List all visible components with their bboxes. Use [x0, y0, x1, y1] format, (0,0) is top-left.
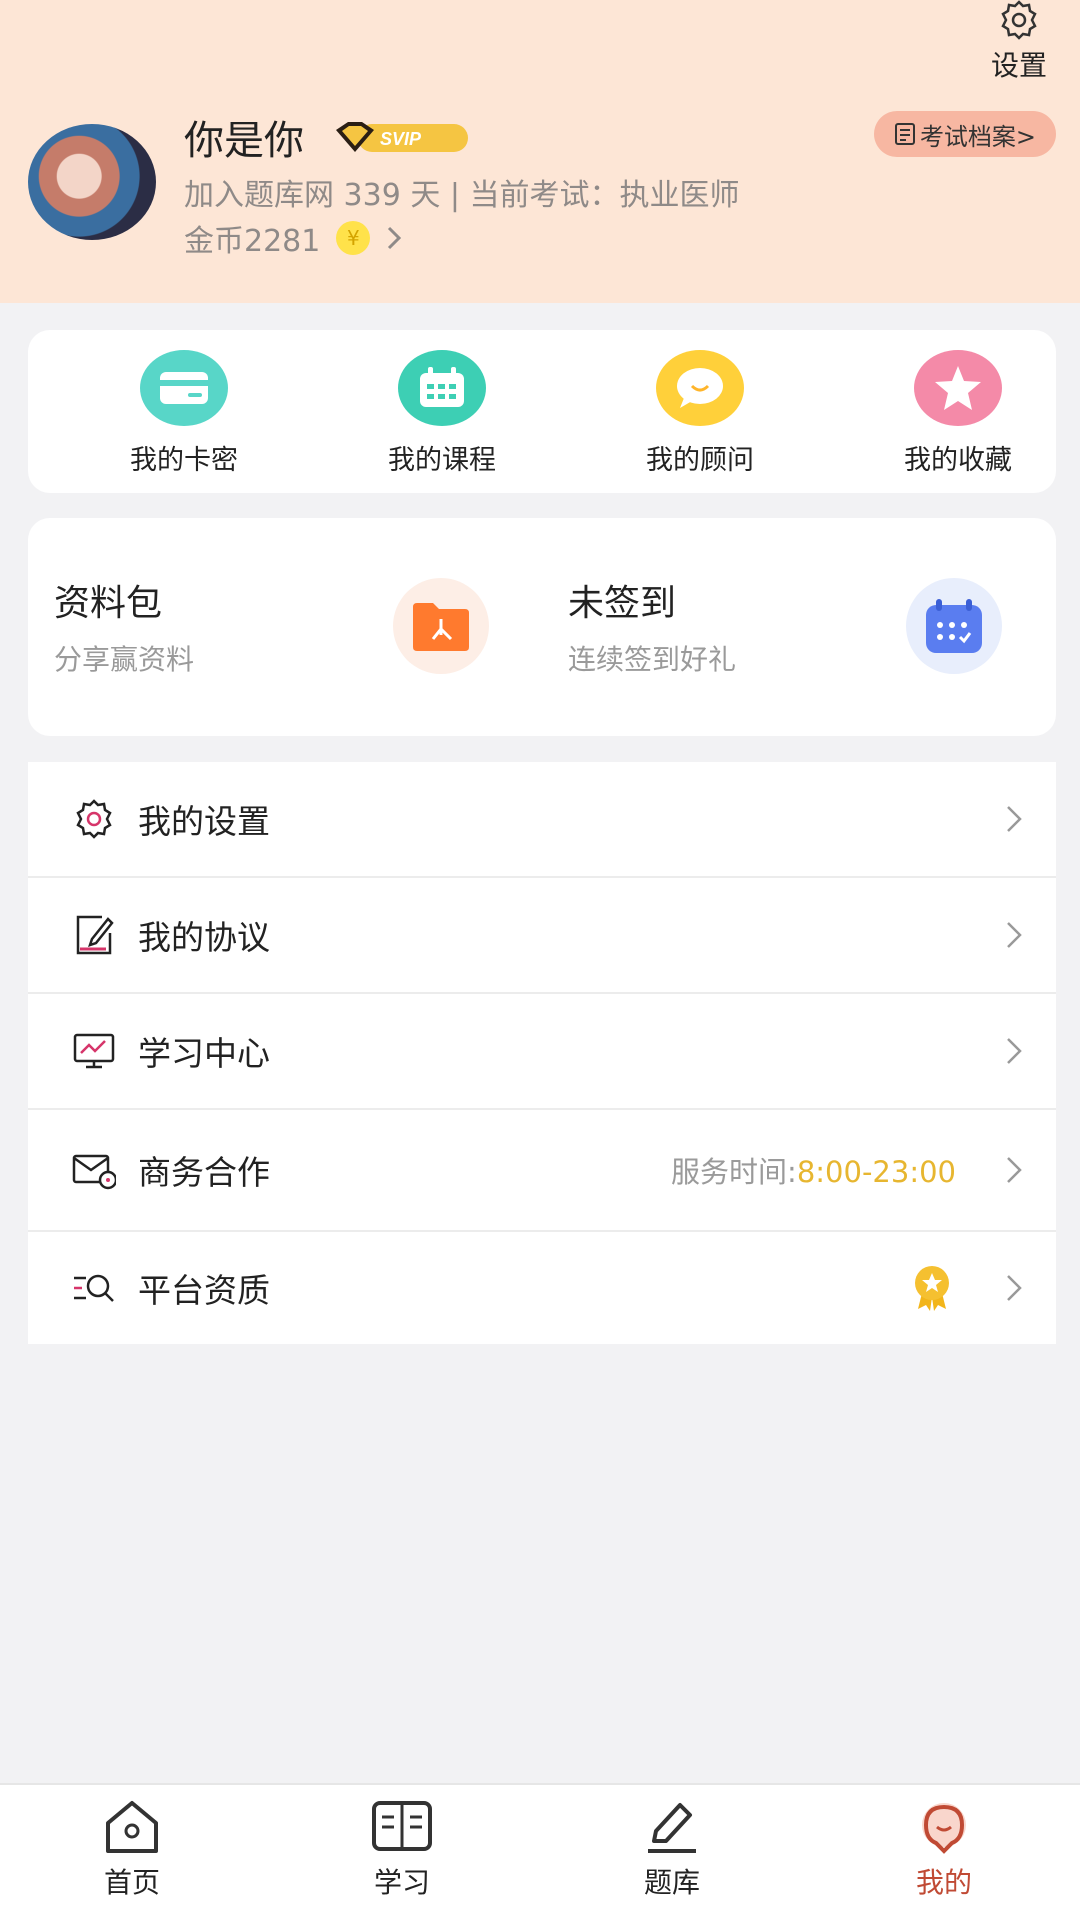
tab-study[interactable]: 学习: [322, 1799, 482, 1901]
avatar[interactable]: [28, 124, 156, 240]
coins-link[interactable]: 金币2281 ¥: [184, 216, 402, 260]
bottom-tab-bar: 首页 学习 题库 我的: [0, 1783, 1080, 1922]
checkin-subtitle: 连续签到好礼: [568, 643, 737, 676]
menu-item-settings[interactable]: 我的设置: [28, 762, 1056, 878]
tab-label: 首页: [103, 1866, 160, 1899]
gear-icon: [1001, 0, 1037, 40]
service-hours-label: 服务时间:: [671, 1155, 797, 1189]
menu-item-study-center[interactable]: 学习中心: [28, 994, 1056, 1110]
award-icon: [915, 1266, 949, 1311]
tab-profile[interactable]: 我的: [864, 1799, 1024, 1901]
tab-home[interactable]: 首页: [52, 1799, 212, 1901]
membership-info: 加入题库网 339 天 | 当前考试：执业医师: [184, 178, 740, 213]
checkin-calendar-icon: [906, 578, 1002, 674]
menu-item-label: 平台资质: [138, 1271, 270, 1310]
book-icon: [372, 1801, 432, 1851]
coin-icon: ¥: [336, 221, 371, 255]
chevron-right-icon: [1007, 1275, 1022, 1301]
tab-label: 学习: [373, 1866, 430, 1899]
menu-item-agreement[interactable]: 我的协议: [28, 878, 1056, 994]
home-icon: [106, 1801, 158, 1853]
service-hours-time: 8:00-23:00: [796, 1155, 956, 1189]
svip-badge: SVIP: [336, 122, 468, 152]
exam-archive-label: 考试档案>: [919, 122, 1037, 151]
star-icon: [914, 350, 1002, 426]
mail-icon: [72, 1154, 116, 1190]
chevron-right-icon: [1007, 806, 1022, 832]
menu-item-label: 我的协议: [138, 918, 270, 957]
pencil-icon: [648, 1803, 696, 1853]
coins-balance: 金币2281: [184, 224, 321, 259]
profile-header: 设置 你是你 SVIP 加入题库网 339 天 | 当前考试：执业医师 金币22…: [0, 0, 1080, 303]
quick-action-courses[interactable]: 我的课程: [342, 350, 542, 477]
promo-card: 资料包 分享赢资料 未签到 连续签到好礼: [28, 518, 1056, 736]
quick-action-label: 我的卡密: [130, 445, 238, 476]
quick-action-advisor[interactable]: 我的顾问: [600, 350, 800, 477]
monitor-icon: [73, 1033, 115, 1069]
quick-actions-card: 我的卡密 我的课程 我的顾问 我的收藏: [28, 330, 1056, 493]
chevron-right-icon: [388, 226, 402, 250]
quick-action-card-codes[interactable]: 我的卡密: [84, 350, 284, 477]
tab-label: 题库: [643, 1866, 700, 1899]
exam-archive-button[interactable]: 考试档案>: [874, 111, 1056, 157]
chat-icon: [656, 350, 744, 426]
calendar-icon: [398, 350, 486, 426]
menu-item-label: 商务合作: [138, 1153, 270, 1192]
tab-label: 我的: [915, 1866, 972, 1899]
chevron-right-icon: [1007, 922, 1022, 948]
card-icon: [140, 350, 228, 426]
menu-list: 我的设置 我的协议 学习中心 商务合作 服务时间:8:00-23:00 平台资质: [28, 762, 1056, 1344]
quick-action-favorites[interactable]: 我的收藏: [858, 350, 1058, 477]
chevron-right-icon: [1007, 1157, 1022, 1183]
edit-document-icon: [76, 915, 114, 955]
profile-icon: [922, 1803, 966, 1854]
document-icon: [894, 123, 915, 145]
service-hours: 服务时间:8:00-23:00: [671, 1149, 956, 1191]
menu-item-label: 学习中心: [138, 1034, 270, 1073]
settings-button[interactable]: 设置: [984, 0, 1054, 84]
quick-action-label: 我的顾问: [646, 445, 754, 476]
quick-action-label: 我的收藏: [904, 445, 1012, 476]
menu-item-label: 我的设置: [138, 802, 270, 841]
search-list-icon: [74, 1274, 114, 1302]
settings-label: 设置: [990, 49, 1047, 82]
menu-item-qualifications[interactable]: 平台资质: [28, 1232, 1056, 1344]
menu-item-business[interactable]: 商务合作 服务时间:8:00-23:00: [28, 1110, 1056, 1232]
gear-icon: [76, 799, 112, 839]
materials-pack-subtitle: 分享赢资料: [54, 643, 195, 676]
chevron-right-icon: [1007, 1038, 1022, 1064]
checkin-title: 未签到: [568, 583, 677, 624]
pdf-folder-icon: [393, 578, 489, 674]
username: 你是你: [184, 118, 304, 164]
quick-action-label: 我的课程: [388, 445, 496, 476]
materials-pack-title: 资料包: [54, 583, 163, 624]
svip-badge-text: SVIP: [380, 129, 422, 149]
tab-question-bank[interactable]: 题库: [592, 1799, 752, 1901]
